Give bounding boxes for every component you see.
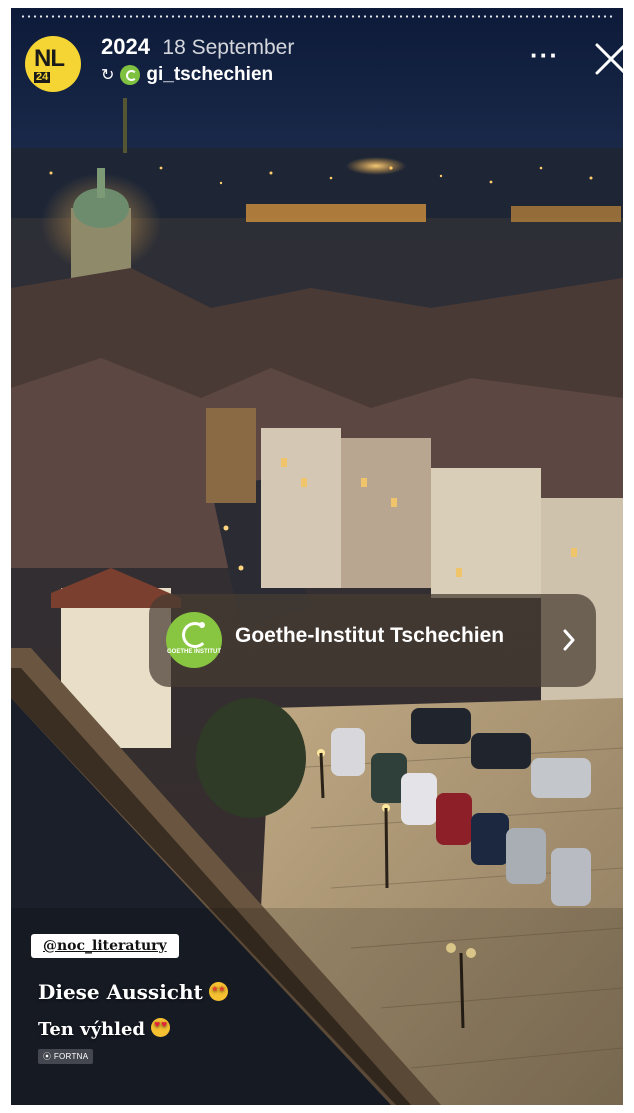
location-pin-icon: ⦿ (43, 1052, 52, 1061)
link-sticker[interactable]: GOETHE INSTITUT Goethe-Institut Tschechi… (149, 594, 596, 687)
repost-icon: ↻ (101, 67, 115, 84)
more-dots-icon[interactable]: ··· (530, 42, 559, 68)
logo-text: GOETHE INSTITUT (167, 649, 221, 655)
story-viewer[interactable]: NL 24 2024 18 September ↻ gi_tschechien … (11, 8, 623, 1105)
heart-eyes-emoji-icon (151, 1018, 171, 1037)
chevron-right-icon (563, 629, 575, 651)
goethe-institut-logo-icon: GOETHE INSTITUT (166, 612, 222, 668)
close-icon[interactable] (594, 42, 623, 76)
location-label: FORTNA (53, 1052, 89, 1061)
account-handle[interactable]: gi_tschechien (146, 64, 273, 86)
link-sticker-label: Goethe-Institut Tschechien (235, 624, 505, 647)
mention-sticker[interactable]: @noc_literatury (31, 934, 179, 958)
profile-avatar[interactable]: NL 24 (25, 36, 81, 92)
location-sticker[interactable]: ⦿ FORTNA (38, 1049, 94, 1064)
story-progress-bar (20, 15, 614, 18)
caption-czech-text: Ten výhled (38, 1019, 146, 1040)
caption-german-text: Diese Aussicht (38, 980, 203, 1004)
story-date: 18 September (162, 36, 295, 59)
caption-german: Diese Aussicht (38, 980, 228, 1004)
star-struck-emoji-icon (208, 982, 228, 1001)
story-title[interactable]: 2024 (101, 34, 150, 59)
goethe-logo-icon (120, 65, 141, 85)
repost-attribution[interactable]: ↻ gi_tschechien (101, 64, 273, 86)
caption-czech: Ten výhled (38, 1018, 171, 1040)
avatar-label: NL (34, 45, 65, 72)
story-title-row: 2024 18 September (101, 34, 294, 60)
avatar-number: 24 (34, 71, 51, 83)
